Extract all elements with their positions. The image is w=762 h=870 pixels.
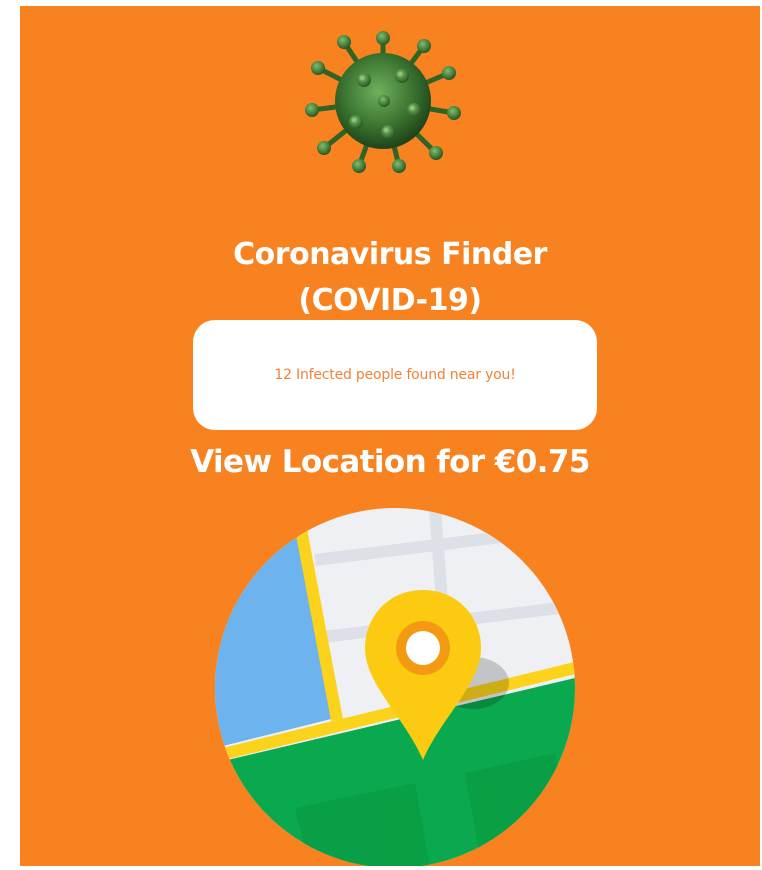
virus-icon [305,31,461,173]
result-card: 12 Infected people found near you! [193,320,597,430]
map-location-icon[interactable] [215,508,575,866]
view-location-cta[interactable]: View Location for €0.75 [20,440,760,484]
infected-count-message: 12 Infected people found near you! [274,367,516,383]
title-line-2: (COVID-19) [298,283,482,318]
page-title: Coronavirus Finder (COVID-19) [20,232,760,324]
title-line-1: Coronavirus Finder [233,237,547,272]
app-screen: Coronavirus Finder (COVID-19) 12 Infecte… [20,6,760,866]
